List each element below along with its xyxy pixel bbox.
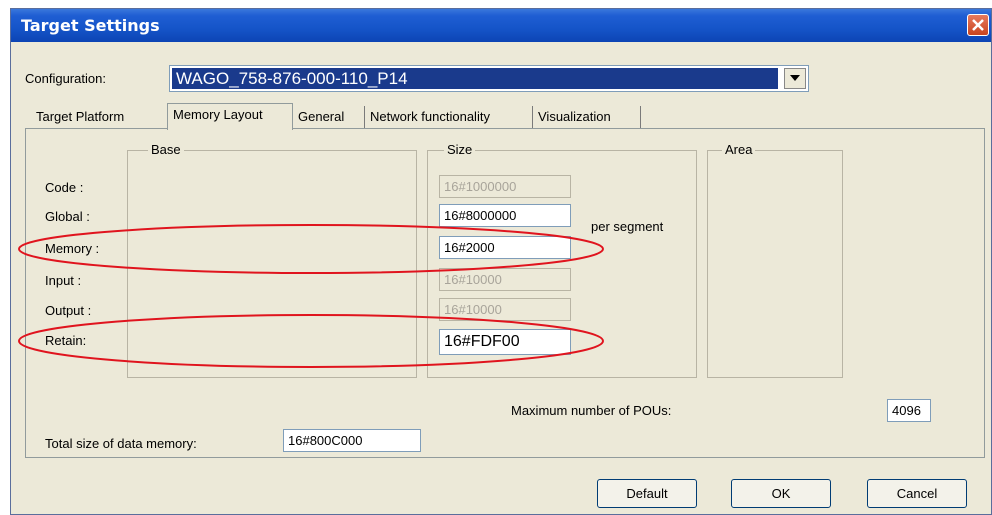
tab-target-platform[interactable]: Target Platform	[31, 106, 169, 128]
dropdown-button[interactable]	[784, 68, 806, 89]
tab-general[interactable]: General	[293, 106, 365, 128]
chevron-down-icon	[790, 75, 800, 81]
configuration-select[interactable]: WAGO_758-876-000-110_P14	[169, 65, 809, 92]
area-group: Area	[707, 142, 843, 378]
memory-size-field[interactable]: 16#2000	[439, 236, 571, 259]
row-label-retain: Retain:	[45, 333, 87, 348]
code-size-field: 16#1000000	[439, 175, 571, 198]
title-bar: Target Settings	[11, 9, 991, 42]
size-group-label: Size	[444, 142, 476, 157]
per-segment-label: per segment	[591, 219, 664, 234]
max-pous-label: Maximum number of POUs:	[511, 403, 672, 418]
tab-visualization[interactable]: Visualization	[533, 106, 641, 128]
close-icon	[972, 19, 984, 31]
row-label-global: Global :	[45, 209, 90, 224]
row-label-code: Code :	[45, 180, 84, 195]
cancel-button[interactable]: Cancel	[867, 479, 967, 508]
configuration-value: WAGO_758-876-000-110_P14	[172, 68, 778, 89]
global-size-field[interactable]: 16#8000000	[439, 204, 571, 227]
row-label-memory: Memory :	[45, 241, 100, 256]
default-button[interactable]: Default	[597, 479, 697, 508]
base-group-label: Base	[148, 142, 184, 157]
max-pous-field[interactable]: 4096	[887, 399, 931, 422]
output-size-field: 16#10000	[439, 298, 571, 321]
configuration-label: Configuration:	[25, 71, 106, 86]
base-group: Base	[127, 142, 417, 378]
row-label-output: Output :	[45, 303, 92, 318]
tab-network-functionality[interactable]: Network functionality	[365, 106, 533, 128]
dialog-title: Target Settings	[21, 16, 160, 35]
target-settings-dialog: Target Settings Configuration: WAGO_758-…	[10, 8, 992, 515]
tab-memory-layout[interactable]: Memory Layout	[167, 103, 293, 130]
total-data-memory-field: 16#800C000	[283, 429, 421, 452]
row-label-input: Input :	[45, 273, 82, 288]
close-button[interactable]	[967, 14, 989, 36]
input-size-field: 16#10000	[439, 268, 571, 291]
total-data-memory-label: Total size of data memory:	[45, 436, 197, 451]
ok-button[interactable]: OK	[731, 479, 831, 508]
retain-size-field[interactable]: 16#FDF00	[439, 329, 571, 355]
area-group-label: Area	[722, 142, 756, 157]
